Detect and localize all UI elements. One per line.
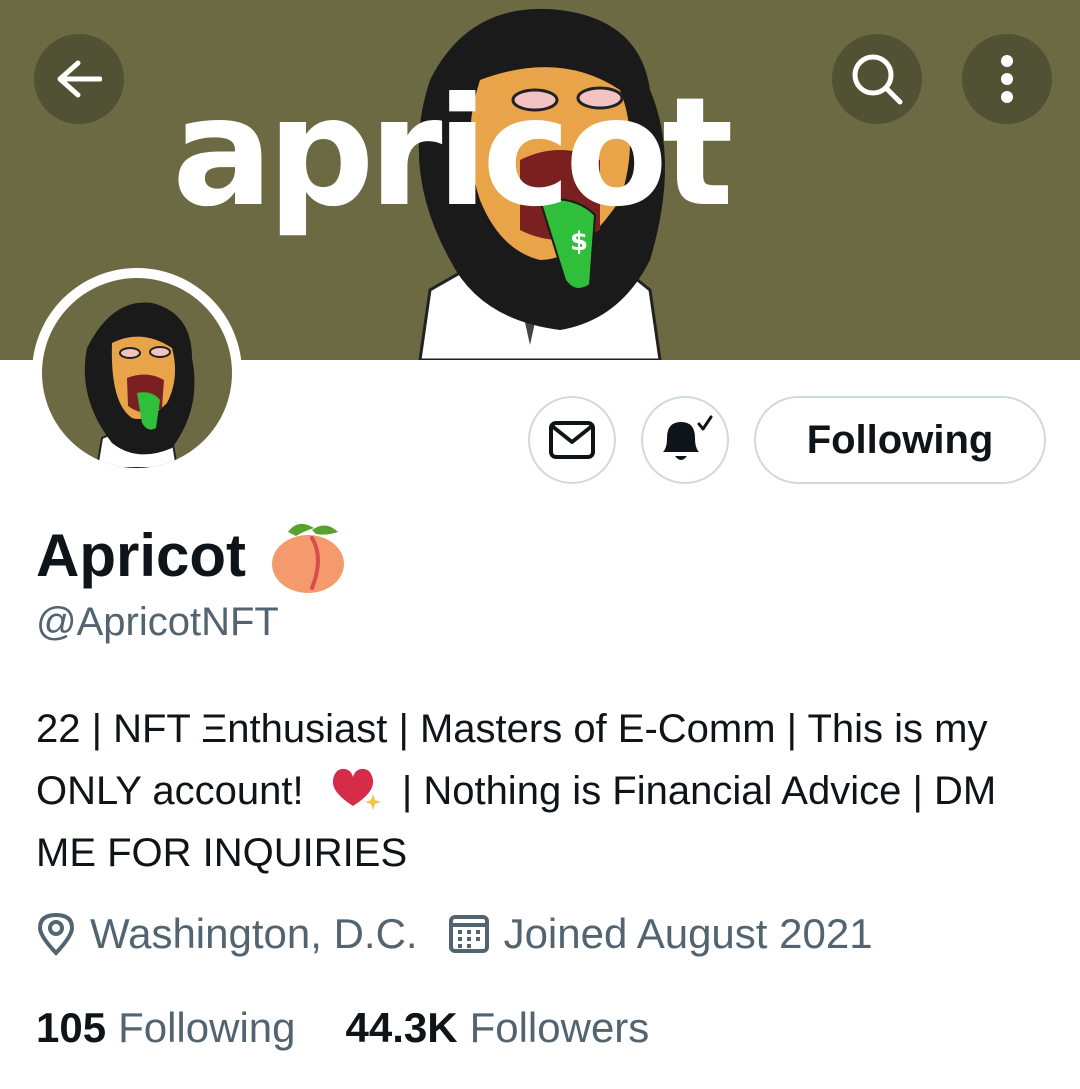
- message-button[interactable]: [528, 396, 616, 484]
- joined-text: Joined August 2021: [503, 910, 873, 957]
- avatar[interactable]: [42, 278, 232, 468]
- location-text: Washington, D.C.: [90, 910, 418, 957]
- profile-meta: Washington, D.C. Joined August 2021: [36, 910, 903, 958]
- peach-emoji: [272, 523, 344, 593]
- banner-wordmark: apricot: [172, 66, 734, 240]
- joined-item: Joined August 2021: [448, 910, 873, 958]
- search-button[interactable]: [832, 34, 922, 124]
- profile-bio: 22 | NFT Ξnthusiast | Masters of E-Comm …: [36, 698, 1046, 884]
- profile-stats: 105 Following 44.3K Followers: [36, 1004, 699, 1052]
- display-name-row: Apricot: [36, 518, 348, 594]
- notifications-button[interactable]: [641, 396, 729, 484]
- followers-label: Followers: [469, 1004, 650, 1051]
- location-pin-icon: [37, 912, 75, 956]
- followers-count: 44.3K: [345, 1004, 458, 1051]
- following-count: 105: [36, 1004, 107, 1051]
- envelope-icon: [549, 421, 595, 459]
- followers-stat-link[interactable]: 44.3K Followers: [346, 1004, 650, 1052]
- location-item: Washington, D.C.: [36, 910, 418, 958]
- profile-handle: @ApricotNFT: [36, 600, 279, 644]
- back-arrow-icon: [57, 60, 102, 98]
- following-button[interactable]: Following: [754, 396, 1046, 484]
- following-label: Following: [118, 1004, 296, 1051]
- sparkling-heart-emoji: [332, 768, 381, 810]
- more-options-button[interactable]: [962, 34, 1052, 124]
- bell-check-icon: [663, 415, 713, 460]
- display-name: Apricot: [36, 522, 246, 589]
- back-button[interactable]: [34, 34, 124, 124]
- lion-avatar: [84, 302, 195, 468]
- search-icon: [852, 54, 903, 105]
- calendar-icon: [448, 915, 489, 953]
- following-stat-link[interactable]: 105 Following: [36, 1004, 296, 1052]
- more-vertical-icon: [1001, 55, 1013, 103]
